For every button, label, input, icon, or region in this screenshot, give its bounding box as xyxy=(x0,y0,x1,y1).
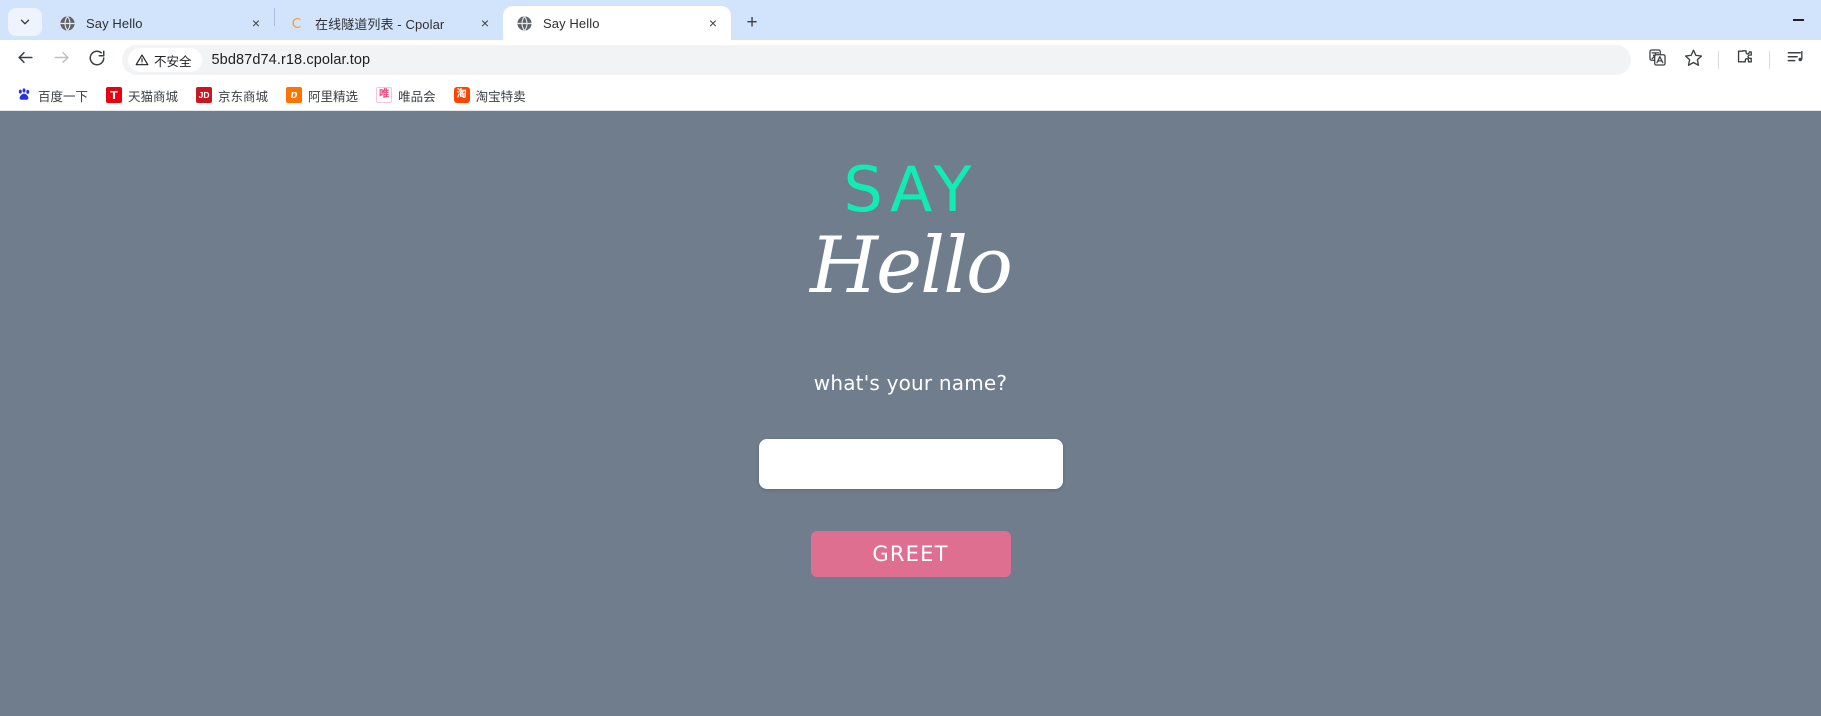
vip-icon: 唯 xyxy=(376,87,393,103)
toolbar-separator xyxy=(1718,51,1719,69)
tab-title: Say Hello xyxy=(543,15,600,31)
media-playlist-icon xyxy=(1786,48,1805,72)
jd-icon: JD xyxy=(196,87,213,103)
back-button[interactable] xyxy=(8,43,42,77)
bookmark-item-jd[interactable]: JD 京东商城 xyxy=(188,83,276,107)
globe-icon xyxy=(515,14,533,32)
security-label: 不安全 xyxy=(154,54,192,69)
tab-say-hello-1[interactable]: Say Hello × xyxy=(46,6,274,40)
close-icon[interactable]: × xyxy=(703,13,723,33)
hero-say-text: SAY xyxy=(843,153,978,226)
greet-button[interactable]: GREET xyxy=(810,531,1011,577)
alibaba-icon-glyph: ɒ xyxy=(290,88,298,101)
extensions-button[interactable] xyxy=(1728,44,1760,76)
bookmark-item-tmall[interactable]: T 天猫商城 xyxy=(98,83,186,107)
tab-search-button[interactable] xyxy=(8,8,42,36)
bookmark-label: 京东商城 xyxy=(218,89,269,104)
taobao-icon-glyph: 淘 xyxy=(456,89,467,100)
bookmark-item-alibaba[interactable]: ɒ 阿里精选 xyxy=(278,83,366,107)
url-text: 5bd87d74.r18.cpolar.top xyxy=(211,52,371,68)
page-viewport: SAY Hello what's your name? GREET xyxy=(0,111,1821,716)
close-icon[interactable]: × xyxy=(246,13,266,33)
window-controls xyxy=(1775,0,1821,40)
tab-title: 在线隧道列表 - Cpolar xyxy=(315,16,445,32)
reload-icon xyxy=(88,49,106,72)
chevron-down-icon xyxy=(18,15,32,29)
tmall-icon-letter: T xyxy=(110,88,118,102)
forward-button[interactable] xyxy=(44,43,78,77)
browser-window: Say Hello × C 在线隧道列表 - Cpolar × Say Hell… xyxy=(0,0,1821,716)
translate-button[interactable] xyxy=(1641,44,1673,76)
bookmark-label: 天猫商城 xyxy=(128,89,179,104)
address-bar[interactable]: 不安全 5bd87d74.r18.cpolar.top xyxy=(122,45,1631,75)
bookmark-item-vip[interactable]: 唯 唯品会 xyxy=(368,83,444,107)
browser-toolbar: 不安全 5bd87d74.r18.cpolar.top xyxy=(0,40,1821,80)
tab-say-hello-2[interactable]: Say Hello × xyxy=(503,6,731,40)
svg-text:C: C xyxy=(291,17,300,32)
star-icon xyxy=(1684,48,1703,72)
taobao-icon: 淘 xyxy=(453,87,470,103)
hero-title: SAY Hello xyxy=(809,153,1013,311)
security-badge[interactable]: 不安全 xyxy=(128,48,202,72)
bookmarks-bar: 百度一下 T 天猫商城 JD 京东商城 ɒ 阿里精选 唯 唯品会 淘 淘宝特卖 xyxy=(0,80,1821,111)
tab-cpolar[interactable]: C 在线隧道列表 - Cpolar × xyxy=(275,6,503,40)
jd-icon-letters: JD xyxy=(198,89,210,100)
bookmark-item-baidu[interactable]: 百度一下 xyxy=(8,83,96,107)
tmall-icon: T xyxy=(106,87,123,103)
bookmark-item-taobao[interactable]: 淘 淘宝特卖 xyxy=(446,83,534,107)
media-control-button[interactable] xyxy=(1779,44,1811,76)
tab-strip: Say Hello × C 在线隧道列表 - Cpolar × Say Hell… xyxy=(0,0,1821,40)
extensions-puzzle-icon xyxy=(1735,48,1754,72)
alibaba-icon: ɒ xyxy=(286,87,303,103)
bookmark-star-button[interactable] xyxy=(1677,44,1709,76)
bookmark-label: 唯品会 xyxy=(398,89,436,104)
toolbar-separator xyxy=(1769,51,1770,69)
reload-button[interactable] xyxy=(80,43,114,77)
minimize-icon xyxy=(1792,19,1804,21)
bookmark-label: 淘宝特卖 xyxy=(475,89,526,104)
name-prompt-label: what's your name? xyxy=(813,371,1008,395)
vip-icon-glyph: 唯 xyxy=(379,89,390,100)
new-tab-button[interactable]: + xyxy=(737,7,767,37)
tab-title: Say Hello xyxy=(86,15,143,31)
warning-triangle-icon xyxy=(135,53,149,67)
globe-icon xyxy=(58,14,76,32)
close-icon[interactable]: × xyxy=(475,13,495,33)
hero-hello-text: Hello xyxy=(809,221,1013,311)
bookmark-label: 百度一下 xyxy=(38,89,89,104)
baidu-paw-icon xyxy=(16,87,32,103)
minimize-button[interactable] xyxy=(1775,0,1821,40)
translate-icon xyxy=(1648,48,1667,72)
name-input[interactable] xyxy=(758,439,1063,489)
cpolar-c-icon: C xyxy=(287,14,305,32)
bookmark-label: 阿里精选 xyxy=(308,89,359,104)
arrow-back-icon xyxy=(16,48,35,72)
arrow-forward-icon xyxy=(52,48,71,72)
